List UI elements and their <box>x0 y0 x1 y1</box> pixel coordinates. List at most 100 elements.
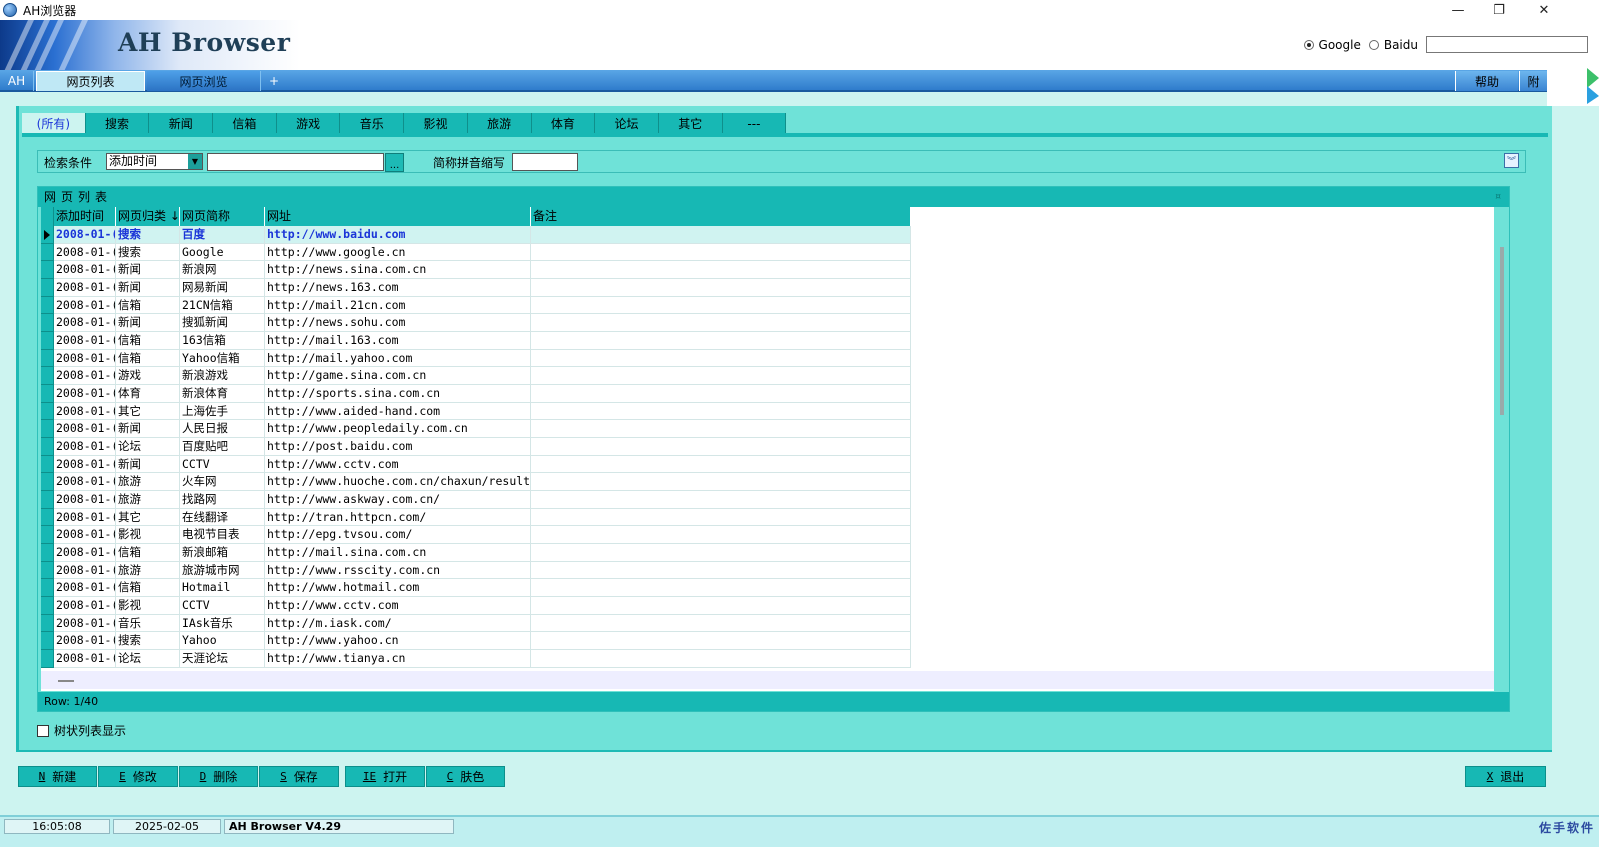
new-button[interactable]: N 新建 <box>18 766 97 787</box>
table-row[interactable]: 2008-01-(旅游 火车网 http://www.huoche.com.cn/c… <box>41 473 911 492</box>
cell-short-name[interactable]: CCTV <box>180 597 265 615</box>
cat-tab-video[interactable]: 影视 <box>404 113 468 134</box>
cell-category[interactable]: 影视 <box>116 526 180 545</box>
cat-tab-search[interactable]: 搜索 <box>85 113 150 134</box>
cell-note[interactable] <box>531 650 911 668</box>
cell-url[interactable]: http://www.aided-hand.com <box>265 402 531 421</box>
table-row[interactable]: 2008-01-(新闻 人民日报 http://www.peopledaily.co… <box>41 420 911 439</box>
cell-url[interactable]: http://news.sina.com.cn <box>265 261 531 279</box>
table-row[interactable]: 2008-01-(搜索 Google http://www.google.cn <box>41 243 911 262</box>
cell-category[interactable]: 信箱 <box>116 296 180 315</box>
cell-short-name[interactable]: 人民日报 <box>180 420 265 439</box>
cell-url[interactable]: http://www.askway.com.cn/ <box>265 491 531 509</box>
cell-added-time[interactable]: 2008-01-( <box>54 349 116 368</box>
cell-url[interactable]: http://mail.21cn.com <box>265 296 531 315</box>
attach-tab[interactable]: 附 <box>1519 71 1547 91</box>
cell-short-name[interactable]: 百度贴吧 <box>180 438 265 456</box>
cell-note[interactable] <box>531 473 911 492</box>
cat-tab-mail[interactable]: 信箱 <box>213 113 277 134</box>
cell-note[interactable] <box>531 243 911 262</box>
row-indicator[interactable] <box>41 279 54 297</box>
row-indicator[interactable] <box>41 561 54 580</box>
table-row[interactable]: 2008-01-(信箱 Hotmail http://www.hotmail.com <box>41 579 911 598</box>
table-row[interactable]: 2008-01-(影视 CCTV http://www.cctv.com <box>41 597 911 615</box>
cell-url[interactable]: http://news.sohu.com <box>265 314 531 332</box>
cell-short-name[interactable]: 旅游城市网 <box>180 561 265 580</box>
row-indicator[interactable] <box>41 243 54 262</box>
cell-short-name[interactable]: 找路网 <box>180 491 265 509</box>
cell-added-time[interactable]: 2008-01-( <box>54 455 116 474</box>
cat-tab-sports[interactable]: 体育 <box>531 113 596 134</box>
cell-category[interactable]: 游戏 <box>116 367 180 386</box>
col-note[interactable]: 备注 <box>531 207 911 226</box>
table-row[interactable]: 2008-01-(论坛 百度贴吧 http://post.baidu.com <box>41 438 911 456</box>
cell-short-name[interactable]: 电视节目表 <box>180 526 265 545</box>
cell-short-name[interactable]: 搜狐新闻 <box>180 314 265 332</box>
table-row[interactable]: 2008-01-(游戏 新浪游戏 http://game.sina.com.cn <box>41 367 911 386</box>
cell-short-name[interactable]: 21CN信箱 <box>180 296 265 315</box>
table-row[interactable]: 2008-01-(信箱 163信箱 http://mail.163.com <box>41 332 911 350</box>
table-row[interactable]: 2008-01-(旅游 找路网 http://www.askway.com.cn/ <box>41 491 911 509</box>
cell-added-time[interactable]: 2008-01-( <box>54 526 116 545</box>
skin-color-button[interactable]: C 肤色 <box>426 766 505 787</box>
cell-added-time[interactable]: 2008-01-( <box>54 420 116 439</box>
cell-short-name[interactable]: 上海佐手 <box>180 402 265 421</box>
cell-note[interactable] <box>531 614 911 633</box>
cell-short-name[interactable]: Yahoo <box>180 632 265 651</box>
cell-note[interactable] <box>531 455 911 474</box>
cell-short-name[interactable]: 网易新闻 <box>180 279 265 297</box>
horizontal-scrollbar[interactable] <box>41 671 1494 689</box>
cell-added-time[interactable]: 2008-01-( <box>54 314 116 332</box>
baidu-radio[interactable] <box>1368 39 1379 50</box>
cell-short-name[interactable]: 新浪体育 <box>180 385 265 403</box>
row-indicator[interactable] <box>41 491 54 509</box>
row-indicator[interactable] <box>41 455 54 474</box>
cell-added-time[interactable]: 2008-01-( <box>54 261 116 279</box>
row-indicator[interactable] <box>41 632 54 651</box>
table-row[interactable]: 2008-01-(信箱 21CN信箱 http://mail.21cn.com <box>41 296 911 315</box>
table-row[interactable]: 2008-01-(论坛 天涯论坛 http://www.tianya.cn <box>41 650 911 668</box>
cell-url[interactable]: http://tran.httpcn.com/ <box>265 508 531 527</box>
cat-tab-travel[interactable]: 旅游 <box>467 113 532 134</box>
minimize-button[interactable]: — <box>1435 0 1481 20</box>
cell-added-time[interactable]: 2008-01-( <box>54 332 116 350</box>
cat-tab-games[interactable]: 游戏 <box>276 113 341 134</box>
table-row[interactable]: 2008-01-(搜索 百度 http://www.baidu.com <box>41 226 911 244</box>
cell-short-name[interactable]: Yahoo信箱 <box>180 349 265 368</box>
cell-category[interactable]: 新闻 <box>116 279 180 297</box>
cell-url[interactable]: http://www.huoche.com.cn/chaxun/result. <box>265 473 531 492</box>
col-added-time[interactable]: 添加时间 <box>54 207 116 226</box>
cell-category[interactable]: 其它 <box>116 508 180 527</box>
cell-note[interactable] <box>531 261 911 279</box>
table-row[interactable]: 2008-01-(其它 上海佐手 http://www.aided-hand.com <box>41 402 911 421</box>
cell-added-time[interactable]: 2008-01-( <box>54 367 116 386</box>
tab-page-list[interactable]: 网页列表 <box>36 71 145 91</box>
col-url[interactable]: 网址 <box>265 207 531 226</box>
filter-keyword-input[interactable] <box>207 153 384 171</box>
cat-tab-news[interactable]: 新闻 <box>149 113 214 134</box>
row-indicator[interactable] <box>41 332 54 350</box>
cell-url[interactable]: http://mail.yahoo.com <box>265 349 531 368</box>
cat-tab-music[interactable]: 音乐 <box>340 113 405 134</box>
row-indicator[interactable] <box>41 402 54 421</box>
cell-added-time[interactable]: 2008-01-( <box>54 296 116 315</box>
cat-tab-all[interactable]: (所有) <box>22 113 86 134</box>
cell-url[interactable]: http://news.163.com <box>265 279 531 297</box>
cell-category[interactable]: 信箱 <box>116 544 180 562</box>
cat-tab-more[interactable]: --- <box>722 113 787 134</box>
row-indicator[interactable] <box>41 296 54 315</box>
cell-category[interactable]: 其它 <box>116 402 180 421</box>
table-row[interactable]: 2008-01-(其它 在线翻译 http://tran.httpcn.com/ <box>41 508 911 527</box>
cell-added-time[interactable]: 2008-01-( <box>54 508 116 527</box>
cell-added-time[interactable]: 2008-01-( <box>54 632 116 651</box>
cell-added-time[interactable]: 2008-01-( <box>54 402 116 421</box>
google-radio[interactable] <box>1303 39 1314 50</box>
row-indicator[interactable] <box>41 385 54 403</box>
open-in-ie-button[interactable]: IE 打开 <box>345 766 425 787</box>
web-search-input[interactable] <box>1426 36 1588 53</box>
cell-added-time[interactable]: 2008-01-( <box>54 561 116 580</box>
collapse-chevron-icon[interactable]: ︾ <box>1504 153 1519 168</box>
cell-short-name[interactable]: 新浪游戏 <box>180 367 265 386</box>
cell-url[interactable]: http://www.cctv.com <box>265 597 531 615</box>
cell-short-name[interactable]: Google <box>180 243 265 262</box>
